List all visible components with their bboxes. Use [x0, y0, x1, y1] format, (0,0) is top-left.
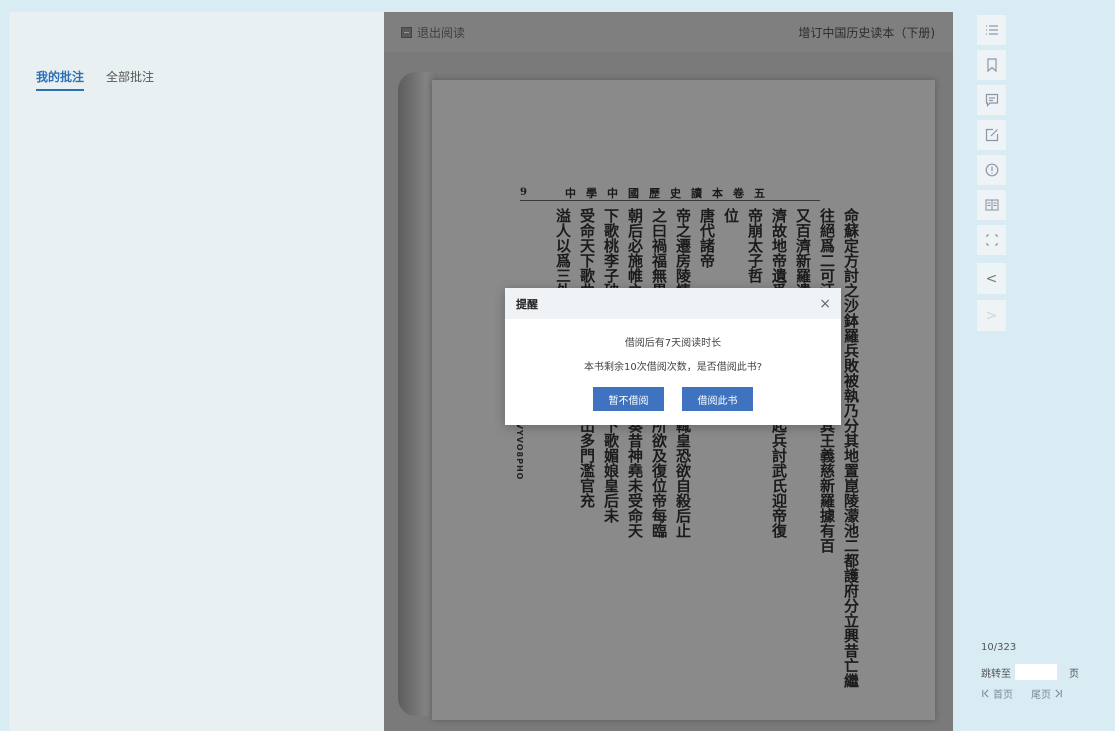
text-column: 帝之遷房陵情愛甚篤每聞敕使至輒皇恐欲自殺后止: [673, 208, 692, 688]
jump-unit: 页: [1069, 668, 1079, 680]
dialog-title: 提醒: [516, 297, 538, 311]
borrow-book-button[interactable]: 借阅此书: [682, 387, 753, 411]
dialog-message-remaining: 本书剩余10次借阅次数，是否借阅此书?: [583, 362, 763, 373]
fullscreen-icon[interactable]: [977, 225, 1006, 255]
text-column: 又百濟新羅遣使謝罪: [794, 208, 812, 343]
tab-my-annotations[interactable]: 我的批注: [36, 68, 85, 91]
page-number: 9: [520, 187, 527, 198]
annotation-panel: 我的批注 全部批注: [9, 12, 384, 731]
first-page-button[interactable]: 首页: [981, 686, 1013, 701]
note-icon[interactable]: [977, 85, 1006, 115]
jump-label: 跳转至: [981, 668, 1011, 680]
page-nav: < >: [977, 263, 1006, 331]
page-header-text: 中學中國歷史讀本卷五: [564, 186, 775, 200]
next-page-button[interactable]: >: [977, 300, 1006, 331]
text-column: 位: [722, 208, 740, 223]
text-column: 命蘇定方討之沙鉢羅兵敗被執乃分其地置崑陵濛池二都護府分立興昔亡繼: [842, 208, 860, 688]
bookmark-icon[interactable]: [977, 50, 1006, 80]
text-column: 唐代諸帝: [698, 208, 716, 268]
dialog-header: 提醒 ×: [505, 288, 841, 319]
last-page-icon: [1055, 689, 1062, 698]
edit-icon[interactable]: [977, 120, 1006, 150]
text-column: 往絕爲二可汗使蘇定方伐百濟唐其王義慈新羅據有百: [817, 208, 836, 688]
last-page-label: 尾页: [1031, 690, 1051, 701]
dialog-buttons: 暂不借阅 借阅此书: [505, 387, 841, 411]
first-page-label: 首页: [993, 690, 1013, 701]
page-jump-input[interactable]: [1015, 664, 1057, 680]
warning-icon[interactable]: [977, 155, 1006, 185]
page-counter: 10/323: [981, 642, 1017, 653]
text-column: 溢人以爲三外官也: [554, 208, 572, 328]
first-last-nav: 首页 尾页: [981, 686, 1063, 701]
last-page-button[interactable]: 尾页: [1031, 686, 1063, 701]
list-icon[interactable]: [977, 15, 1006, 45]
text-column: 之曰禍福無異時復見天日當惟卿所欲及復位帝每臨: [649, 208, 668, 688]
text-column: 下歌桃李子破陣樂則天未受命天下歌媚娘皇后未: [601, 208, 620, 688]
annotation-tabs: 我的批注 全部批注: [36, 68, 154, 91]
tab-all-annotations[interactable]: 全部批注: [106, 68, 154, 91]
exit-icon: [401, 26, 412, 38]
text-column: 受命天下歌曲皇后宜則奏之時政出多門濫官充: [577, 208, 596, 688]
page-jump: 跳转至 页: [981, 664, 1079, 680]
book-title: 增订中国历史读本（下册): [798, 25, 935, 40]
exit-reading-label: 退出阅读: [417, 25, 466, 40]
book-icon[interactable]: [977, 190, 1006, 220]
page-text: 命蘇定方討之沙鉢羅兵敗被執乃分其地置崑陵濛池二都護府分立興昔亡繼 往絕爲二可汗使…: [520, 208, 860, 688]
exit-reading-button[interactable]: 退出阅读: [401, 24, 465, 41]
close-icon[interactable]: ×: [819, 297, 831, 311]
prev-page-button[interactable]: <: [977, 263, 1006, 294]
text-column: 濟故地帝遺爲盧陵王及張柬之等起兵討武氏迎帝復: [769, 208, 788, 688]
decline-borrow-button[interactable]: 暂不借阅: [593, 387, 664, 411]
text-column: 朝后必施帷之世矣沙門迦葉志忠奏昔神堯未受命天: [625, 208, 644, 688]
borrow-dialog: 提醒 × 借阅后有7天阅读时长 本书剩余10次借阅次数，是否借阅此书? 暂不借阅…: [505, 288, 841, 425]
text-column: 帝崩太子哲: [746, 208, 764, 283]
dialog-message-duration: 借阅后有7天阅读时长: [624, 338, 722, 349]
page-header: 9 中學中國歷史讀本卷五: [520, 185, 820, 201]
first-page-icon: [982, 689, 989, 698]
reader-topbar: 退出阅读 增订中国历史读本（下册): [384, 12, 953, 52]
reader-toolbar: [977, 15, 1006, 255]
